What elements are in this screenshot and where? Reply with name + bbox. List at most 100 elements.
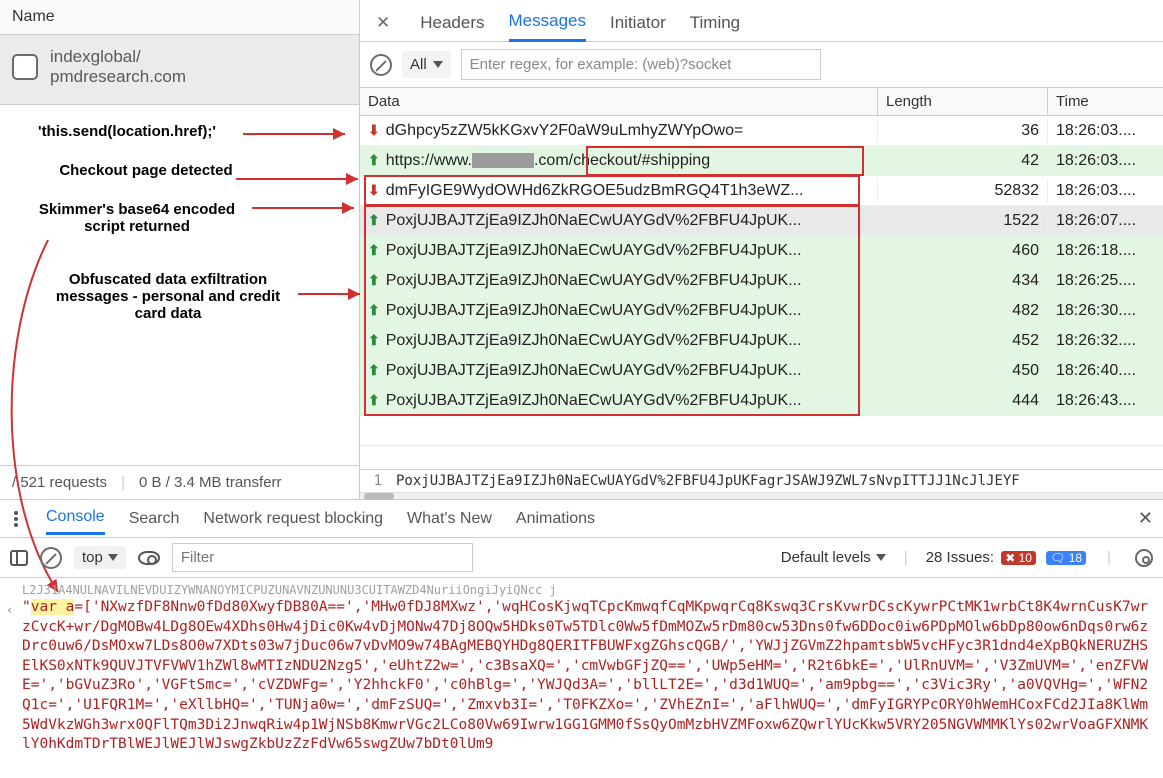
raw-line-num: 1 (368, 473, 396, 489)
anno-checkout-detected: Checkout page detected (56, 162, 236, 179)
tab-timing[interactable]: Timing (690, 5, 740, 41)
message-row[interactable]: ⬆ PoxjUJBAJTZjEa9IZJh0NaECwUAYGdV%2FBFU4J… (360, 356, 1163, 386)
drawer-tab-nrb[interactable]: Network request blocking (203, 504, 383, 534)
message-data-cell: ⬆ PoxjUJBAJTZjEa9IZJh0NaECwUAYGdV%2FBFU4J… (360, 269, 878, 293)
col-header-time[interactable]: Time (1048, 88, 1163, 115)
message-row[interactable]: ⬆ https://www..com/checkout/#shipping 4218… (360, 146, 1163, 176)
issues-indicator[interactable]: 28 Issues: ✖ 10 🗨 18 (926, 549, 1089, 566)
anno-exfil-messages: Obfuscated data exfiltration messages - … (38, 271, 298, 322)
message-data-cell: ⬆ PoxjUJBAJTZjEa9IZJh0NaECwUAYGdV%2FBFU4J… (360, 389, 878, 413)
message-row[interactable]: ⬆ PoxjUJBAJTZjEa9IZJh0NaECwUAYGdV%2FBFU4J… (360, 326, 1163, 356)
message-length-cell: 42 (878, 149, 1048, 173)
message-data-cell: ⬆ PoxjUJBAJTZjEa9IZJh0NaECwUAYGdV%2FBFU4J… (360, 299, 878, 323)
anno-send-href: 'this.send(location.href);' (8, 123, 351, 140)
arrow-up-icon: ⬆ (368, 362, 380, 379)
arrow-up-icon: ⬆ (368, 242, 380, 259)
arrow-up-icon: ⬆ (368, 212, 380, 229)
log-levels-select[interactable]: Default levels (781, 549, 886, 566)
drawer-tab-console[interactable]: Console (46, 502, 105, 535)
chevron-down-icon (876, 554, 886, 561)
messages-header-row: Data Length Time (360, 88, 1163, 116)
horizontal-scrollbar[interactable] (360, 492, 1163, 499)
arrow-up-icon: ⬆ (368, 392, 380, 409)
message-data-cell: ⬆PoxjUJBAJTZjEa9IZJh0NaECwUAYGdV%2FBFU4J… (360, 239, 878, 263)
redacted-block (472, 153, 534, 168)
message-data-text: https://www..com/checkout/#shipping (386, 152, 710, 170)
message-row[interactable]: ⬆ PoxjUJBAJTZjEa9IZJh0NaECwUAYGdV%2FBFU4J… (360, 296, 1163, 326)
message-length-cell: 1522 (878, 209, 1048, 233)
regex-input[interactable] (461, 49, 821, 80)
drawer-tab-whatsnew[interactable]: What's New (407, 504, 492, 534)
console-clear-icon[interactable] (40, 547, 62, 569)
console-code-line: "var a=['NXwzfDF8Nnw0fDd80XwyfDB80A==','… (22, 598, 1151, 755)
col-header-data[interactable]: Data (360, 88, 878, 115)
arrow-up-icon: ⬆ (368, 332, 380, 349)
annotations-area: 'this.send(location.href);' Checkout pag… (0, 105, 359, 465)
settings-gear-icon[interactable] (1135, 549, 1153, 567)
sidebar-toggle-icon[interactable] (10, 550, 28, 566)
arrow-up-icon: ⬆ (368, 152, 380, 169)
context-select[interactable]: top (74, 546, 126, 569)
messages-filter-row: All (360, 42, 1163, 88)
drawer-tabs: Console Search Network request blocking … (0, 500, 1163, 538)
console-filter-input[interactable] (172, 543, 473, 572)
message-row[interactable]: ⬆ PoxjUJBAJTZjEa9IZJh0NaECwUAYGdV%2FBFU4J… (360, 386, 1163, 416)
chevron-down-icon (108, 554, 118, 561)
tab-initiator[interactable]: Initiator (610, 5, 666, 41)
chevron-down-icon (433, 61, 443, 68)
message-row[interactable]: ⬆ PoxjUJBAJTZjEa9IZJh0NaECwUAYGdV%2FBFU4J… (360, 206, 1163, 236)
message-row[interactable]: ⬆PoxjUJBAJTZjEa9IZJh0NaECwUAYGdV%2FBFU4J… (360, 236, 1163, 266)
message-time-cell: 18:26:40.... (1048, 359, 1163, 383)
message-data-cell: ⬇dGhpcy5zZW5kKGxvY2F0aW9uLmhyZWYpOwo= (360, 119, 878, 143)
raw-message-view[interactable]: 1 PoxjUJBAJTZjEa9IZJh0NaECwUAYGdV%2FBFU4… (360, 469, 1163, 492)
messages-list[interactable]: ⬇dGhpcy5zZW5kKGxvY2F0aW9uLmhyZWYpOwo=361… (360, 116, 1163, 445)
message-time-cell: 18:26:03.... (1048, 179, 1163, 203)
arrow-up-icon: ⬆ (368, 272, 380, 289)
arrow-up-icon: ⬆ (368, 302, 380, 319)
message-time-cell: 18:26:18.... (1048, 239, 1163, 263)
message-data-text: PoxjUJBAJTZjEa9IZJh0NaECwUAYGdV%2FBFU4Jp… (386, 272, 802, 290)
clear-icon[interactable] (370, 54, 392, 76)
request-row[interactable]: indexglobal/ pmdresearch.com (0, 35, 359, 105)
drawer-tab-animations[interactable]: Animations (516, 504, 595, 534)
message-length-cell: 482 (878, 299, 1048, 323)
tab-messages[interactable]: Messages (509, 3, 586, 42)
tab-headers[interactable]: Headers (420, 5, 484, 41)
message-data-text: PoxjUJBAJTZjEa9IZJh0NaECwUAYGdV%2FBFU4Jp… (386, 362, 802, 380)
message-data-text: PoxjUJBAJTZjEa9IZJh0NaECwUAYGdV%2FBFU4Jp… (386, 212, 802, 230)
message-row[interactable]: ⬇dmFyIGE9WydOWHd6ZkRGOE5udzBmRGQ4T1h3eWZ… (360, 176, 1163, 206)
message-data-cell: ⬆ PoxjUJBAJTZjEa9IZJh0NaECwUAYGdV%2FBFU4J… (360, 209, 878, 233)
message-time-cell: 18:26:03.... (1048, 149, 1163, 173)
kebab-icon[interactable] (14, 517, 18, 521)
console-drawer: Console Search Network request blocking … (0, 500, 1163, 778)
direction-filter-select[interactable]: All (402, 51, 451, 78)
message-time-cell: 18:26:07.... (1048, 209, 1163, 233)
drawer-tab-search[interactable]: Search (129, 504, 180, 534)
request-name-text: indexglobal/ pmdresearch.com (50, 47, 186, 88)
message-length-cell: 452 (878, 329, 1048, 353)
message-data-text: PoxjUJBAJTZjEa9IZJh0NaECwUAYGdV%2FBFU4Jp… (386, 332, 802, 350)
message-time-cell: 18:26:03.... (1048, 119, 1163, 143)
console-prev-line: L2J31A4NULNAVILNEVDUIZYWNANOYMICPUZUNAVN… (22, 582, 1151, 598)
request-count: / 521 requests (12, 474, 107, 491)
raw-line-text: PoxjUJBAJTZjEa9IZJh0NaECwUAYGdV%2FBFU4Jp… (396, 473, 1020, 489)
requests-status-bar: / 521 requests | 0 B / 3.4 MB transferr (0, 465, 359, 499)
highlighted-var: var a (31, 599, 75, 615)
live-expression-icon[interactable] (138, 551, 160, 565)
message-data-text: PoxjUJBAJTZjEa9IZJh0NaECwUAYGdV%2FBFU4Jp… (386, 302, 802, 320)
console-output[interactable]: L2J31A4NULNAVILNEVDUIZYWNANOYMICPUZUNAVN… (0, 578, 1163, 778)
name-column-header[interactable]: Name (0, 0, 359, 35)
drawer-close-icon[interactable]: ✕ (1138, 508, 1153, 529)
message-data-text: dGhpcy5zZW5kKGxvY2F0aW9uLmhyZWYpOwo= (386, 122, 744, 140)
request-detail-panel: ✕ Headers Messages Initiator Timing All … (360, 0, 1163, 499)
expand-chevron-icon[interactable]: ‹ (6, 602, 13, 618)
request-type-icon (12, 54, 38, 80)
message-data-cell: ⬆ PoxjUJBAJTZjEa9IZJh0NaECwUAYGdV%2FBFU4J… (360, 359, 878, 383)
message-length-cell: 450 (878, 359, 1048, 383)
col-header-length[interactable]: Length (878, 88, 1048, 115)
message-row[interactable]: ⬆ PoxjUJBAJTZjEa9IZJh0NaECwUAYGdV%2FBFU4J… (360, 266, 1163, 296)
message-data-text: PoxjUJBAJTZjEa9IZJh0NaECwUAYGdV%2FBFU4Jp… (386, 392, 802, 410)
close-icon[interactable]: ✕ (370, 13, 396, 33)
message-time-cell: 18:26:25.... (1048, 269, 1163, 293)
message-row[interactable]: ⬇dGhpcy5zZW5kKGxvY2F0aW9uLmhyZWYpOwo=361… (360, 116, 1163, 146)
